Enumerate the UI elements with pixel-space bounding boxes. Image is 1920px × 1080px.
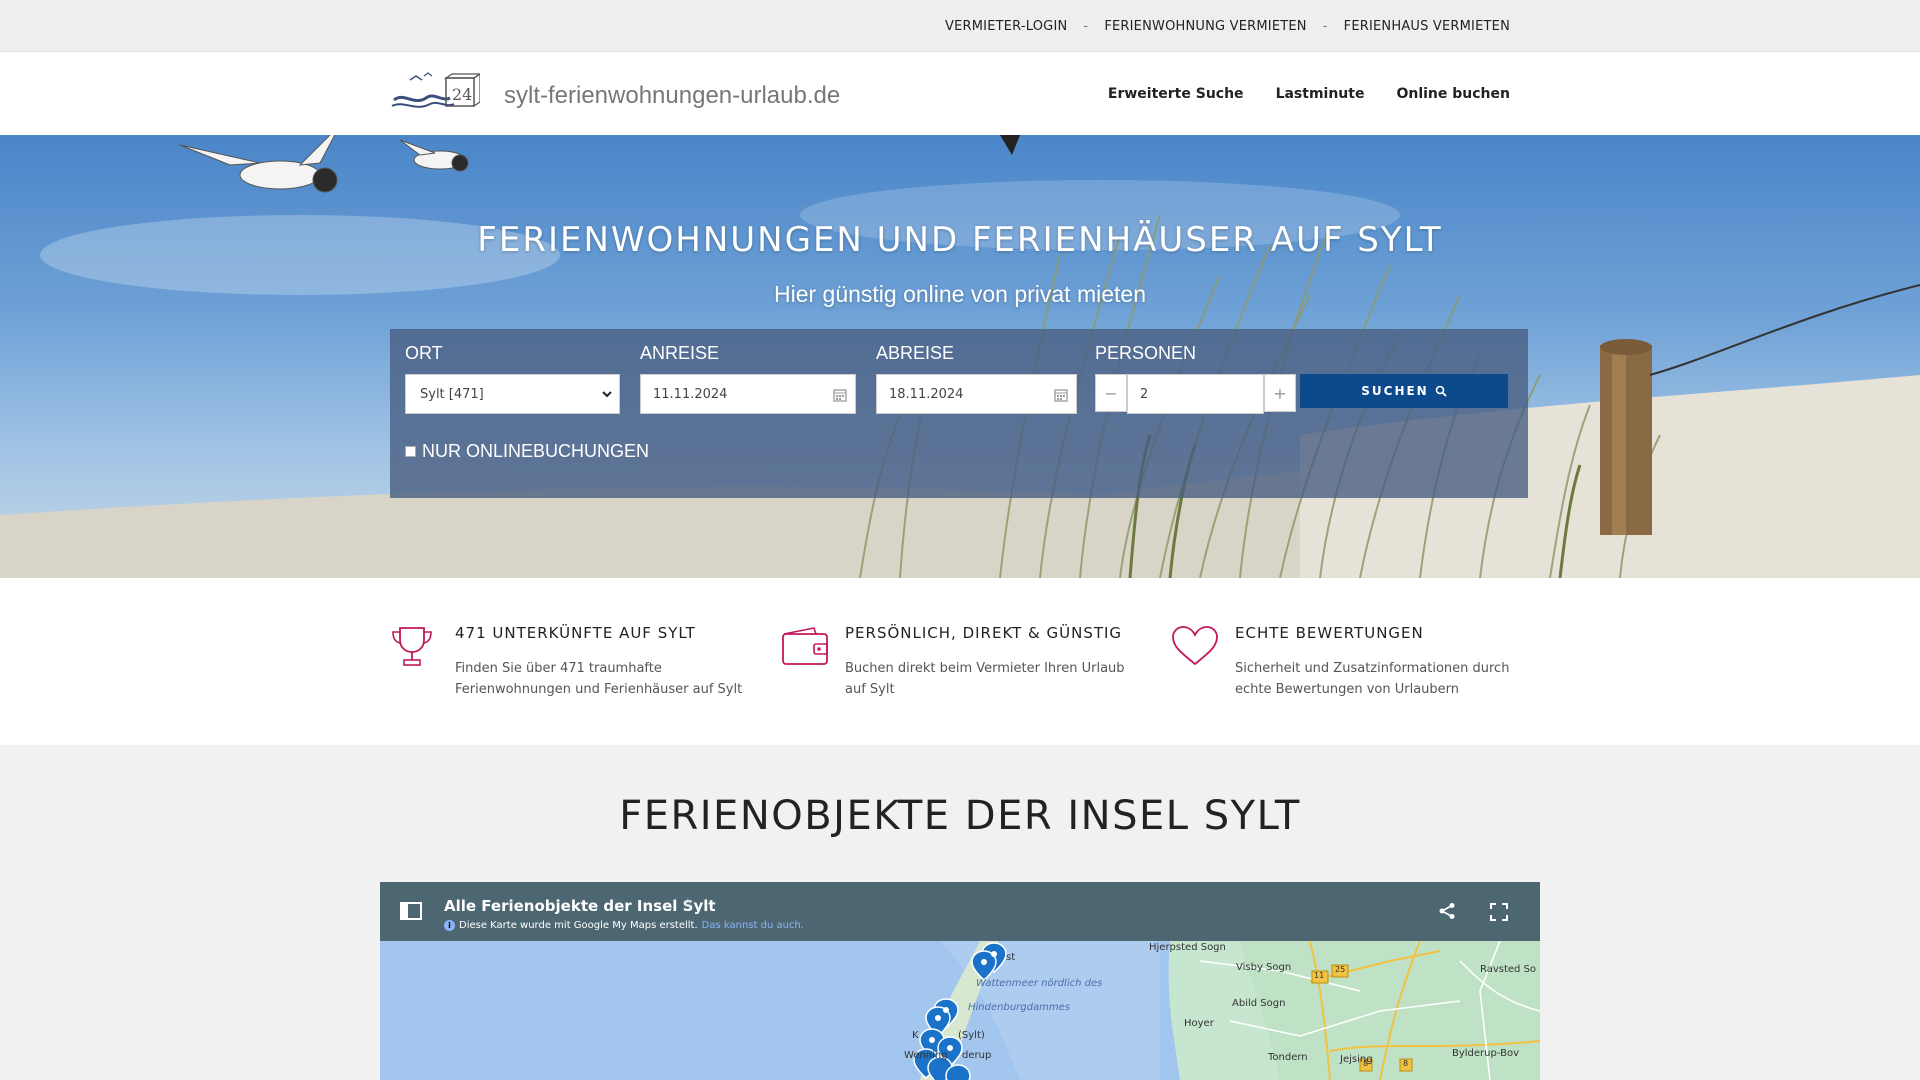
heart-icon [1172, 626, 1218, 666]
svg-text:24: 24 [452, 85, 472, 104]
ferienhaus-vermieten-link[interactable]: FERIENHAUS VERMIETEN [1344, 19, 1510, 34]
road-number: 8 [1403, 1059, 1409, 1068]
anreise-label: ANREISE [640, 343, 720, 363]
info-icon: i [444, 920, 455, 931]
map-label: Hjerpsted Sogn [1149, 942, 1226, 953]
anreise-input[interactable]: 11.11.2024 [640, 374, 856, 414]
hero-subtitle: Hier günstig online von privat mieten [773, 281, 1147, 307]
map-embed[interactable]: Hjerpsted Sogn Visby Sogn Ravsted So Wat… [380, 882, 1540, 1080]
map-label: Hindenburgdammes [968, 1002, 1070, 1013]
map-info-text: Diese Karte wurde mit Google My Maps ers… [459, 920, 698, 931]
vermieter-login-link[interactable]: VERMIETER-LOGIN [945, 19, 1067, 34]
ort-select-value: Sylt [471] [420, 386, 484, 402]
map-label: derup [962, 1050, 992, 1061]
feature-text: Finden Sie über 471 traumhafte Ferienwoh… [455, 661, 743, 697]
topbar-links: VERMIETER-LOGIN - FERIENWOHNUNG VERMIETE… [945, 0, 1510, 52]
checkbox-box[interactable] [405, 446, 416, 457]
main-nav: Erweiterte Suche Lastminute Online buche… [1076, 52, 1510, 135]
personen-label: PERSONEN [1095, 343, 1197, 363]
map-label: Hoyer [1184, 1018, 1214, 1029]
site-header: 24 sylt-ferienwohnungen-urlaub.de Erweit… [0, 52, 1920, 135]
map-label: Bylderup-Bov [1452, 1048, 1520, 1059]
online-only-label: NUR ONLINEBUCHUNGEN [422, 441, 650, 461]
map-label: Wattenmeer nördlich des [976, 978, 1103, 989]
fullscreen-icon[interactable] [1490, 903, 1508, 921]
map-label: Visby Sogn [1236, 962, 1292, 973]
feature-text: Sicherheit und Zusatzinformationen durch… [1235, 661, 1510, 697]
road-number: 11 [1314, 971, 1325, 980]
side-panel-icon[interactable] [400, 902, 422, 920]
ort-select[interactable]: Sylt [471] [405, 374, 620, 414]
abreise-value: 18.11.2024 [889, 386, 964, 402]
topbar-separator: - [1083, 18, 1089, 34]
road-number: 8 [1363, 1059, 1369, 1068]
abreise-label: ABREISE [876, 343, 955, 363]
map-info: i Diese Karte wurde mit Google My Maps e… [444, 920, 804, 931]
wallet-icon [782, 627, 828, 665]
chevron-down-icon [602, 391, 612, 398]
online-only-checkbox[interactable]: NUR ONLINEBUCHUNGEN [405, 441, 649, 462]
personen-minus-button[interactable]: − [1095, 374, 1127, 412]
map-label: Tondern [1268, 1052, 1308, 1063]
personen-plus-button[interactable]: + [1264, 374, 1296, 412]
map-info-link[interactable]: Das kannst du auch. [702, 920, 804, 931]
map-label: K [912, 1030, 919, 1041]
abreise-input[interactable]: 18.11.2024 [876, 374, 1077, 414]
nav-erweiterte-suche[interactable]: Erweiterte Suche [1108, 86, 1244, 102]
star-icon[interactable]: ☆ [682, 896, 694, 911]
road-number: 25 [1335, 965, 1346, 974]
site-logo-icon[interactable]: 24 [390, 70, 480, 114]
map-label: Abild Sogn [1232, 998, 1286, 1009]
personen-value: 2 [1140, 386, 1149, 402]
feature-text: Buchen direkt beim Vermieter Ihren Urlau… [845, 661, 1125, 697]
feature-title: PERSÖNLICH, DIREKT & GÜNSTIG [845, 624, 1123, 642]
anreise-value: 11.11.2024 [653, 386, 728, 402]
map-label: Ravsted So [1480, 964, 1537, 975]
objects-section-title: FERIENOBJEKTE DER INSEL SYLT [619, 793, 1301, 839]
site-name[interactable]: sylt-ferienwohnungen-urlaub.de [504, 82, 840, 110]
features-section: 471 UNTERKÜNFTE AUF SYLT Finden Sie über… [0, 578, 1920, 745]
map-label: Wenning [904, 1050, 948, 1061]
hero-title: FERIENWOHNUNGEN UND FERIENHÄUSER AUF SYL… [477, 220, 1443, 260]
calendar-icon[interactable] [833, 388, 847, 402]
top-utility-bar: VERMIETER-LOGIN - FERIENWOHNUNG VERMIETE… [0, 0, 1920, 52]
map-title: Alle Ferienobjekte der Insel Sylt [444, 897, 716, 915]
search-form: ORT Sylt [471] ANREISE 11.11.2024 ABREIS… [390, 329, 1528, 498]
map-header: Alle Ferienobjekte der Insel Sylt ☆ i Di… [380, 882, 1540, 941]
ferienwohnung-vermieten-link[interactable]: FERIENWOHNUNG VERMIETEN [1104, 19, 1306, 34]
map-label: (Sylt) [958, 1030, 985, 1041]
nav-online-buchen[interactable]: Online buchen [1396, 86, 1510, 102]
search-button[interactable]: SUCHEN [1300, 374, 1508, 408]
personen-input[interactable]: 2 [1127, 374, 1264, 414]
hero-banner: FERIENWOHNUNGEN UND FERIENHÄUSER AUF SYL… [0, 135, 1920, 578]
nav-lastminute[interactable]: Lastminute [1276, 86, 1365, 102]
calendar-icon[interactable] [1054, 388, 1068, 402]
topbar-separator: - [1322, 18, 1328, 34]
feature-title: 471 UNTERKÜNFTE AUF SYLT [455, 624, 696, 642]
ort-label: ORT [405, 343, 443, 363]
search-icon [1435, 385, 1447, 397]
trophy-icon [392, 627, 432, 666]
map-label: st [1006, 952, 1016, 963]
feature-title: ECHTE BEWERTUNGEN [1235, 624, 1424, 642]
share-icon[interactable] [1438, 902, 1456, 920]
search-button-label: SUCHEN [1361, 384, 1429, 398]
